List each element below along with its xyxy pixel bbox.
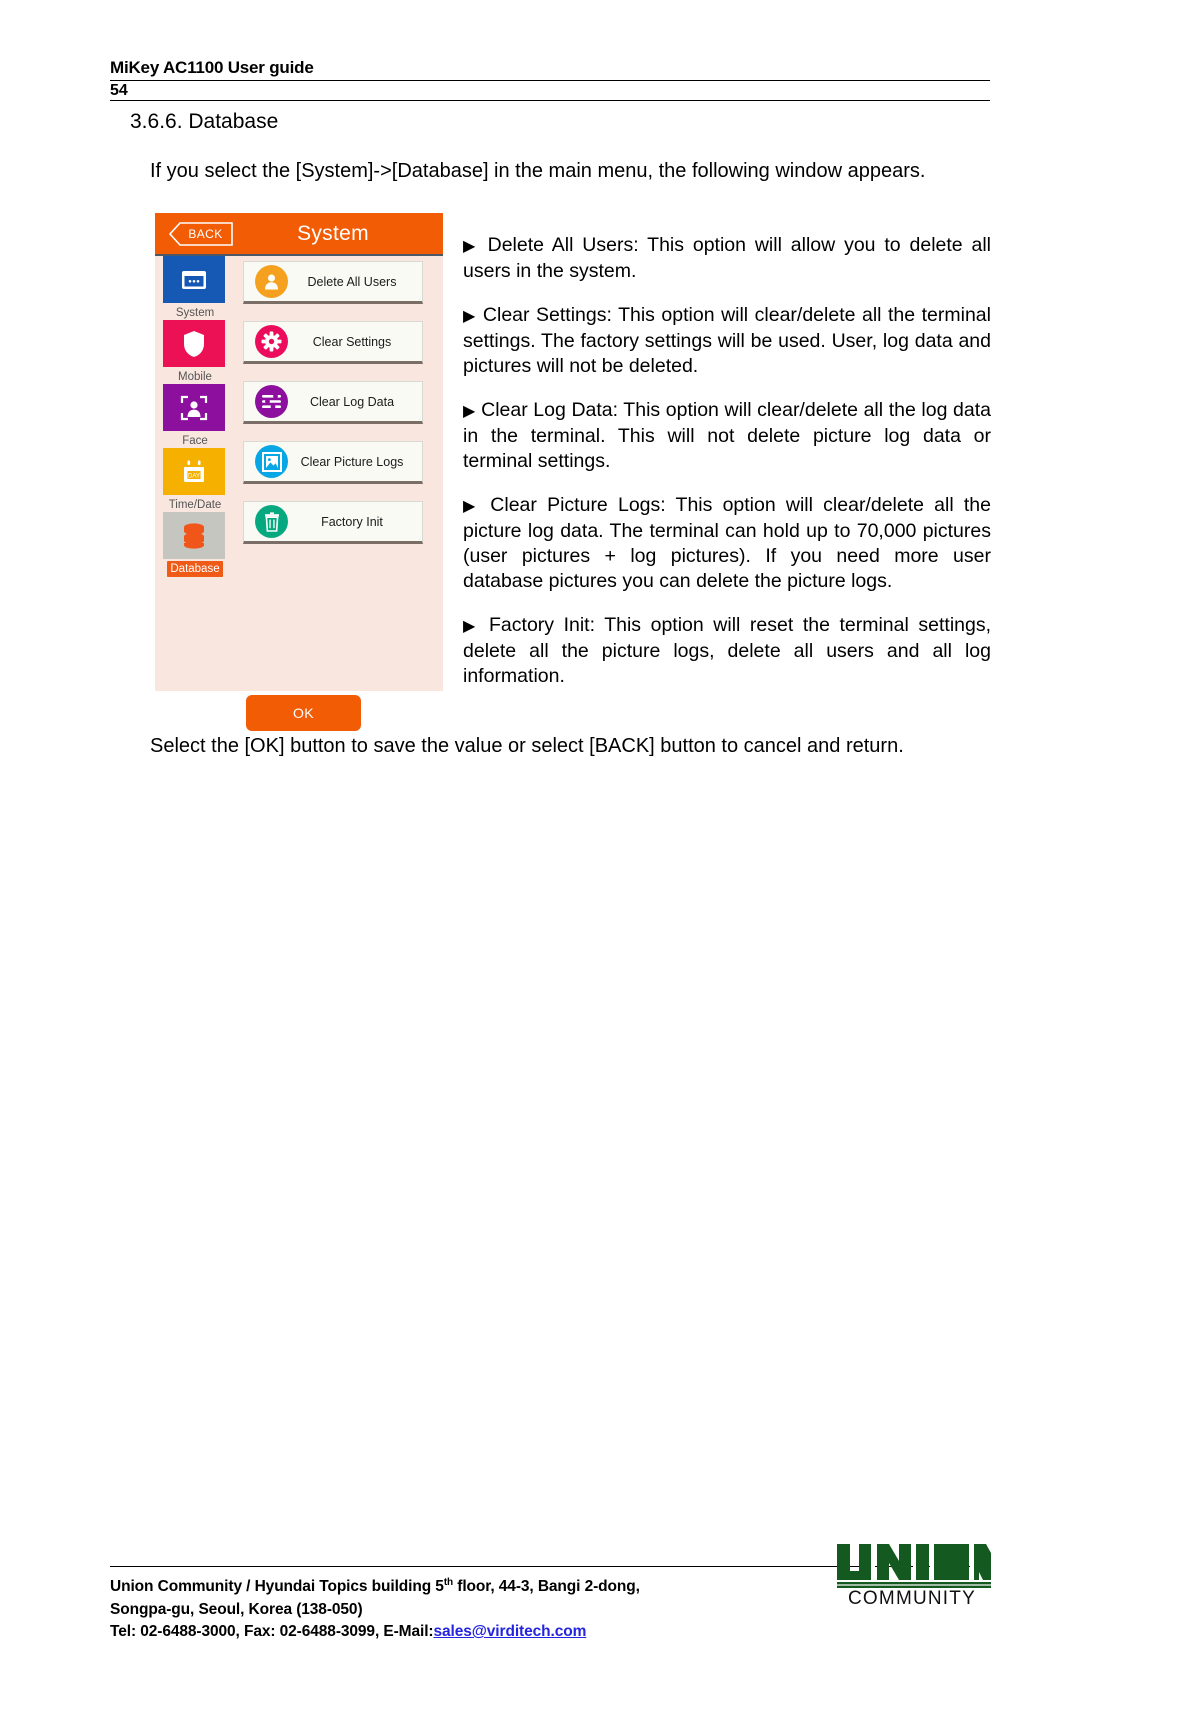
trash-icon — [255, 505, 288, 538]
bullet-text: Clear Log Data: This option will clear/d… — [463, 399, 991, 472]
footer-address: Union Community / Hyundai Topics buildin… — [110, 1572, 810, 1644]
database-icon — [163, 512, 225, 559]
log-icon — [255, 385, 288, 418]
menu-item-label: Clear Log Data — [309, 394, 395, 409]
face-icon — [163, 384, 225, 431]
bullet-text: Delete All Users: This option will allow… — [463, 234, 992, 282]
document-title: MiKey AC1100 User guide — [110, 58, 990, 81]
sidebar-item-mobile[interactable]: Mobile — [163, 320, 227, 384]
bullet-marker: ▶ — [463, 403, 476, 420]
device-top-bar: BACK System — [155, 213, 443, 256]
calendar-icon: DAY — [163, 448, 225, 495]
user-icon — [255, 265, 288, 298]
sidebar-item-label: Mobile — [178, 371, 212, 383]
system-icon — [163, 256, 225, 303]
bullet-marker: ▶ — [463, 498, 481, 515]
bullet-marker: ▶ — [463, 238, 479, 255]
sidebar-item-database[interactable]: Database — [163, 512, 227, 577]
union-community-logo: COMMUNITY — [833, 1544, 991, 1612]
bullet-text: Clear Picture Logs: This option will cle… — [463, 494, 991, 592]
sidebar-item-label: Face — [182, 435, 208, 447]
bullet-clear-settings: ▶ Clear Settings: This option will clear… — [463, 303, 991, 379]
bullet-text: Clear Settings: This option will clear/d… — [463, 304, 991, 377]
sidebar-item-face[interactable]: Face — [163, 384, 227, 448]
menu-item-factory-init[interactable]: Factory Init — [243, 501, 423, 544]
footer-line3-a: Tel: 02-6488-3000, Fax: 02-6488-3099, E-… — [110, 1623, 434, 1641]
bullet-factory-init: ▶ Factory Init: This option will reset t… — [463, 613, 991, 689]
device-screen-title: System — [297, 222, 369, 245]
menu-item-label: Clear Settings — [312, 334, 392, 349]
bullet-marker: ▶ — [463, 618, 480, 635]
menu-item-label: Clear Picture Logs — [300, 454, 404, 469]
bullet-delete-all-users: ▶ Delete All Users: This option will all… — [463, 233, 991, 284]
document-page: MiKey AC1100 User guide 54 3.6.6. Databa… — [0, 0, 1197, 1710]
option-descriptions: ▶ Delete All Users: This option will all… — [463, 233, 991, 689]
footer-line1-a: Union Community / Hyundai Topics buildin… — [110, 1578, 444, 1596]
menu-item-label: Delete All Users — [307, 274, 397, 289]
closing-paragraph: Select the [OK] button to save the value… — [150, 735, 904, 757]
back-button[interactable]: BACK — [169, 222, 233, 246]
sidebar-item-label: System — [175, 307, 215, 319]
menu-item-label: Factory Init — [321, 514, 383, 529]
gear-icon — [255, 325, 288, 358]
menu-item-clear-picture-logs[interactable]: Clear Picture Logs — [243, 441, 423, 484]
menu-item-clear-settings[interactable]: Clear Settings — [243, 321, 423, 364]
footer-ordinal-suffix: th — [443, 1577, 454, 1588]
device-screenshot: BACK System System Mobile Face DAY Time/… — [155, 213, 443, 731]
page-number: 54 — [110, 81, 990, 101]
back-button-label: BACK — [188, 227, 223, 241]
ok-button[interactable]: OK — [246, 695, 361, 731]
page-header: MiKey AC1100 User guide 54 — [110, 58, 990, 101]
union-logo-mark — [837, 1544, 991, 1588]
device-menu-list: Delete All Users Clear Settings Clear Lo… — [243, 261, 435, 561]
sidebar-item-label-active: Database — [167, 561, 223, 577]
logo-wordmark: COMMUNITY — [848, 1588, 976, 1609]
bullet-text: Factory Init: This option will reset the… — [463, 614, 992, 687]
picture-icon — [255, 445, 288, 478]
footer-line1-b: floor, 44-3, Bangi 2-dong, — [453, 1578, 640, 1596]
intro-paragraph: If you select the [System]->[Database] i… — [150, 160, 926, 182]
sidebar-item-system[interactable]: System — [163, 256, 227, 320]
footer-email-link[interactable]: sales@virditech.com — [433, 1623, 586, 1640]
menu-item-clear-log-data[interactable]: Clear Log Data — [243, 381, 423, 424]
bullet-clear-log-data: ▶ Clear Log Data: This option will clear… — [463, 398, 991, 474]
bullet-clear-picture-logs: ▶ Clear Picture Logs: This option will c… — [463, 493, 991, 594]
bullet-marker: ▶ — [463, 308, 477, 325]
sidebar-item-timedate[interactable]: DAY Time/Date — [163, 448, 227, 512]
sidebar-item-label: Time/Date — [168, 499, 222, 511]
shield-icon — [163, 320, 225, 367]
svg-text:DAY: DAY — [188, 472, 200, 479]
device-sidebar: System Mobile Face DAY Time/Date Databas… — [155, 256, 235, 691]
footer-line2: Songpa-gu, Seoul, Korea (138-050) — [110, 1600, 363, 1618]
section-heading: 3.6.6. Database — [130, 110, 279, 133]
menu-item-delete-all-users[interactable]: Delete All Users — [243, 261, 423, 304]
